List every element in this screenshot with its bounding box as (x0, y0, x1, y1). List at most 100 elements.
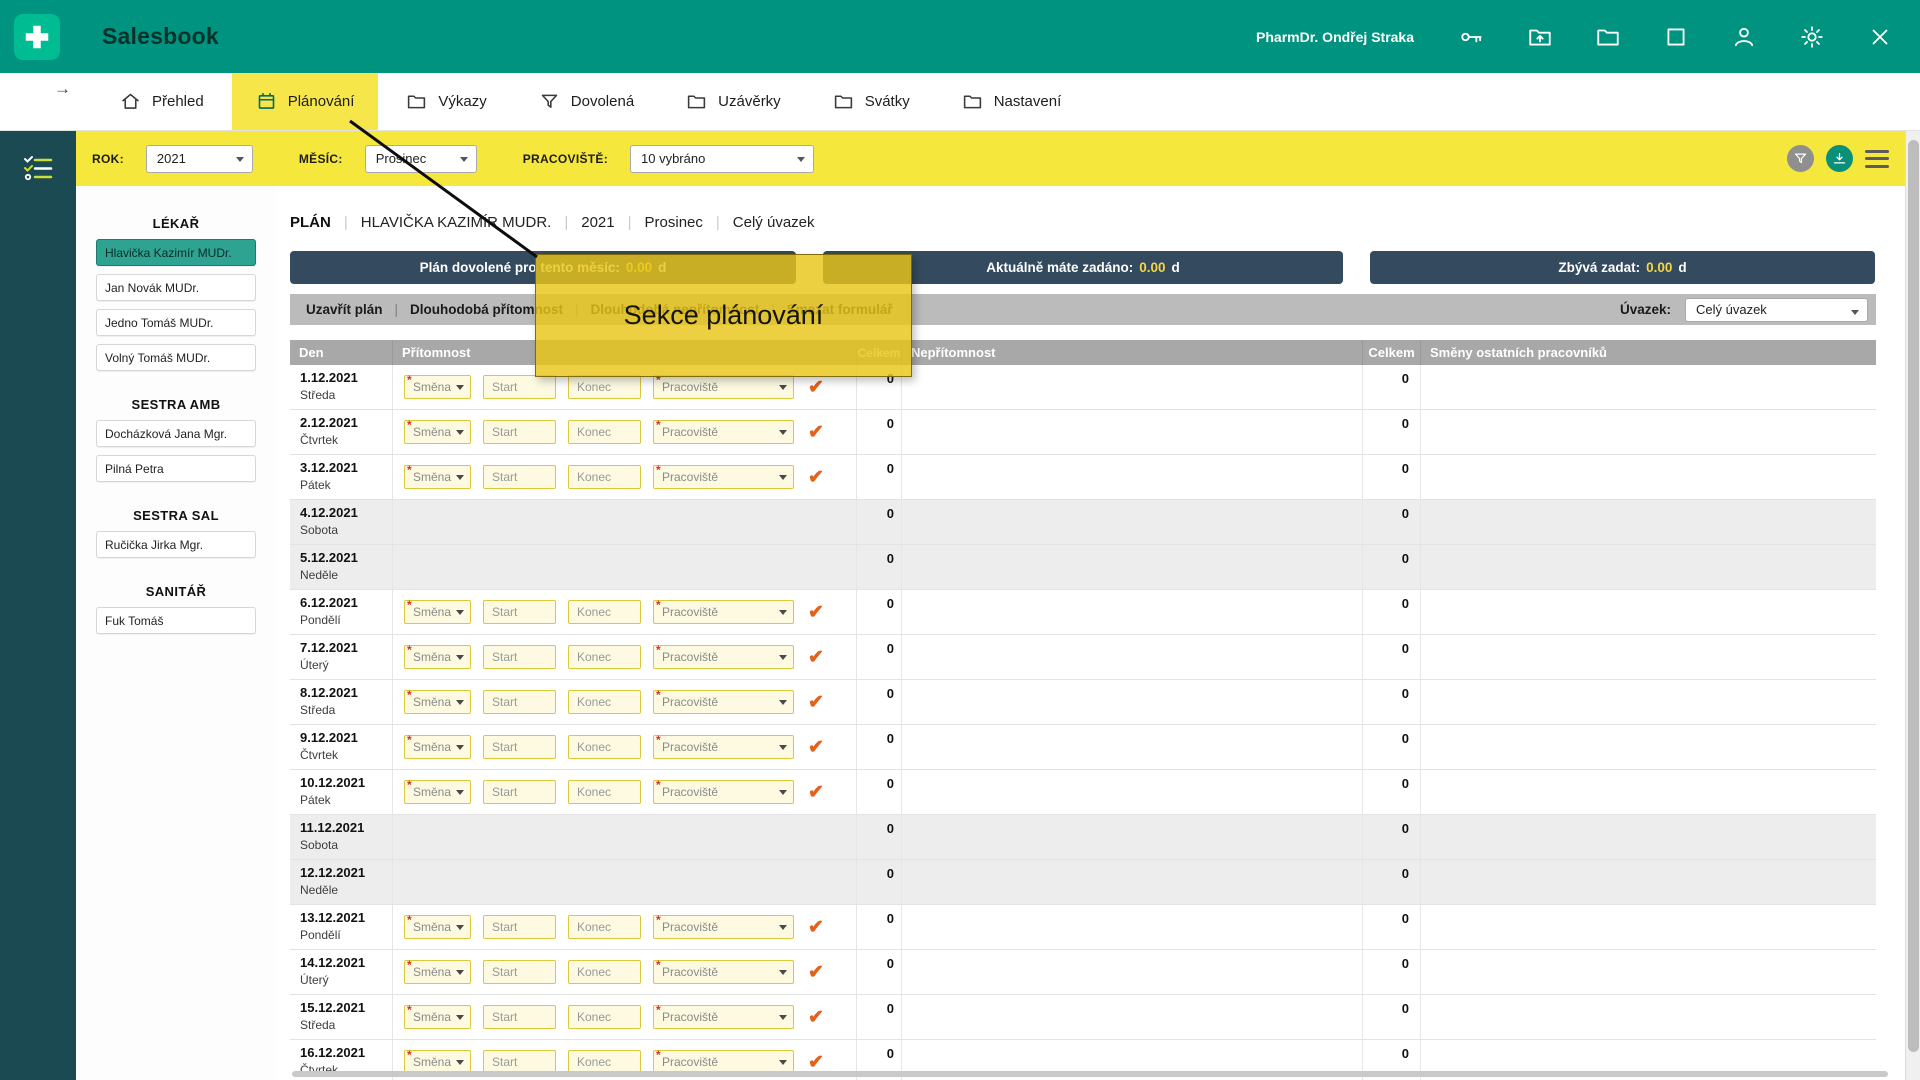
staff-member[interactable]: Fuk Tomáš (96, 607, 256, 634)
breadcrumb-year[interactable]: 2021 (581, 214, 614, 231)
workplace-select[interactable]: Pracoviště (653, 690, 794, 714)
horizontal-scrollbar[interactable] (292, 1071, 1888, 1077)
workplace-select[interactable]: Pracoviště (653, 780, 794, 804)
end-input[interactable] (568, 375, 641, 399)
end-input[interactable] (568, 465, 641, 489)
tab-planovani[interactable]: Plánování (232, 73, 379, 130)
breadcrumb-doctor[interactable]: HLAVIČKA KAZIMÍR MUDR. (361, 214, 552, 231)
tab-uzaverky[interactable]: Uzávěrky (662, 73, 805, 130)
contract-select[interactable]: Celý úvazek (1685, 298, 1868, 322)
shift-select[interactable]: Směna (404, 1005, 471, 1029)
workplace-select[interactable]: Pracoviště (653, 960, 794, 984)
user-icon[interactable] (1730, 23, 1758, 51)
confirm-check-icon[interactable]: ✔ (808, 736, 824, 759)
checklist-icon[interactable] (21, 153, 55, 183)
shift-select[interactable]: Směna (404, 690, 471, 714)
start-input[interactable] (483, 645, 556, 669)
shift-select[interactable]: Směna (404, 735, 471, 759)
workplace-select[interactable]: Pracoviště (653, 465, 794, 489)
row-date: 5.12.2021 (300, 550, 392, 565)
staff-member[interactable]: Ručička Jirka Mgr. (96, 531, 256, 558)
start-input[interactable] (483, 600, 556, 624)
start-input[interactable] (483, 465, 556, 489)
workplace-select[interactable]: Pracoviště (653, 420, 794, 444)
confirm-check-icon[interactable]: ✔ (808, 646, 824, 669)
close-icon[interactable] (1866, 23, 1894, 51)
folder-icon[interactable] (1594, 23, 1622, 51)
vertical-scrollbar[interactable] (1905, 131, 1920, 1080)
confirm-check-icon[interactable]: ✔ (808, 1006, 824, 1029)
shift-select[interactable]: Směna (404, 375, 471, 399)
staff-member[interactable]: Docházková Jana Mgr. (96, 420, 256, 447)
filter-icon[interactable] (1787, 145, 1814, 172)
confirm-check-icon[interactable]: ✔ (808, 376, 824, 399)
tab-svatky[interactable]: Svátky (809, 73, 934, 130)
close-plan-action[interactable]: Uzavřít plán (306, 302, 383, 317)
workplace-select[interactable]: Pracoviště (653, 375, 794, 399)
tab-vykazy[interactable]: Výkazy (382, 73, 510, 130)
breadcrumb-month[interactable]: Prosinec (645, 214, 703, 231)
app-logo[interactable] (14, 14, 60, 60)
workplace-select[interactable]: Pracoviště (653, 1005, 794, 1029)
staff-member[interactable]: Jan Novák MUDr. (96, 274, 256, 301)
staff-group-title: LÉKAŘ (76, 216, 276, 231)
breadcrumb-contract[interactable]: Celý úvazek (733, 214, 815, 231)
confirm-check-icon[interactable]: ✔ (808, 781, 824, 804)
shift-select[interactable]: Směna (404, 600, 471, 624)
workplace-filter-select[interactable]: 10 vybráno (630, 145, 814, 173)
end-input[interactable] (568, 735, 641, 759)
shift-select[interactable]: Směna (404, 645, 471, 669)
shift-select[interactable]: Směna (404, 420, 471, 444)
workplace-select[interactable]: Pracoviště (653, 735, 794, 759)
start-input[interactable] (483, 690, 556, 714)
start-input[interactable] (483, 960, 556, 984)
folder-upload-icon[interactable] (1526, 23, 1554, 51)
staff-member[interactable]: Hlavička Kazimír MUDr. (96, 239, 256, 266)
start-input[interactable] (483, 1005, 556, 1029)
tab-prehled[interactable]: Přehled (96, 73, 228, 130)
shift-select[interactable]: Směna (404, 465, 471, 489)
start-input[interactable] (483, 375, 556, 399)
medical-cross-icon (22, 22, 52, 52)
vertical-scrollbar-thumb[interactable] (1908, 140, 1919, 1052)
confirm-check-icon[interactable]: ✔ (808, 421, 824, 444)
staff-member[interactable]: Volný Tomáš MUDr. (96, 344, 256, 371)
shift-select[interactable]: Směna (404, 915, 471, 939)
end-input[interactable] (568, 915, 641, 939)
end-input[interactable] (568, 1005, 641, 1029)
end-input[interactable] (568, 600, 641, 624)
end-input[interactable] (568, 690, 641, 714)
end-input[interactable] (568, 780, 641, 804)
start-input[interactable] (483, 915, 556, 939)
confirm-check-icon[interactable]: ✔ (808, 601, 824, 624)
staff-member[interactable]: Jedno Tomáš MUDr. (96, 309, 256, 336)
shift-select[interactable]: Směna (404, 780, 471, 804)
workplace-select[interactable]: Pracoviště (653, 600, 794, 624)
start-input[interactable] (483, 735, 556, 759)
confirm-check-icon[interactable]: ✔ (808, 691, 824, 714)
collapse-arrow-icon[interactable]: → (54, 79, 71, 99)
absence-cell (902, 590, 1363, 634)
shift-select[interactable]: Směna (404, 960, 471, 984)
start-input[interactable] (483, 420, 556, 444)
confirm-check-icon[interactable]: ✔ (808, 466, 824, 489)
year-select[interactable]: 2021 (146, 145, 253, 173)
export-icon[interactable] (1826, 145, 1853, 172)
workplace-select[interactable]: Pracoviště (653, 645, 794, 669)
confirm-check-icon[interactable]: ✔ (808, 916, 824, 939)
workplace-select[interactable]: Pracoviště (653, 915, 794, 939)
tab-dovolena[interactable]: Dovolená (515, 73, 658, 130)
stop-square-icon[interactable] (1662, 23, 1690, 51)
staff-member[interactable]: Pilná Petra (96, 455, 256, 482)
start-input[interactable] (483, 780, 556, 804)
absence-total: 0 (1363, 635, 1421, 679)
tab-nastaveni[interactable]: Nastavení (938, 73, 1086, 130)
confirm-check-icon[interactable]: ✔ (808, 961, 824, 984)
end-input[interactable] (568, 645, 641, 669)
end-input[interactable] (568, 420, 641, 444)
menu-icon[interactable] (1865, 150, 1889, 168)
gear-icon[interactable] (1798, 23, 1826, 51)
end-input[interactable] (568, 960, 641, 984)
key-icon[interactable] (1458, 23, 1486, 51)
month-select[interactable]: Prosinec (365, 145, 477, 173)
